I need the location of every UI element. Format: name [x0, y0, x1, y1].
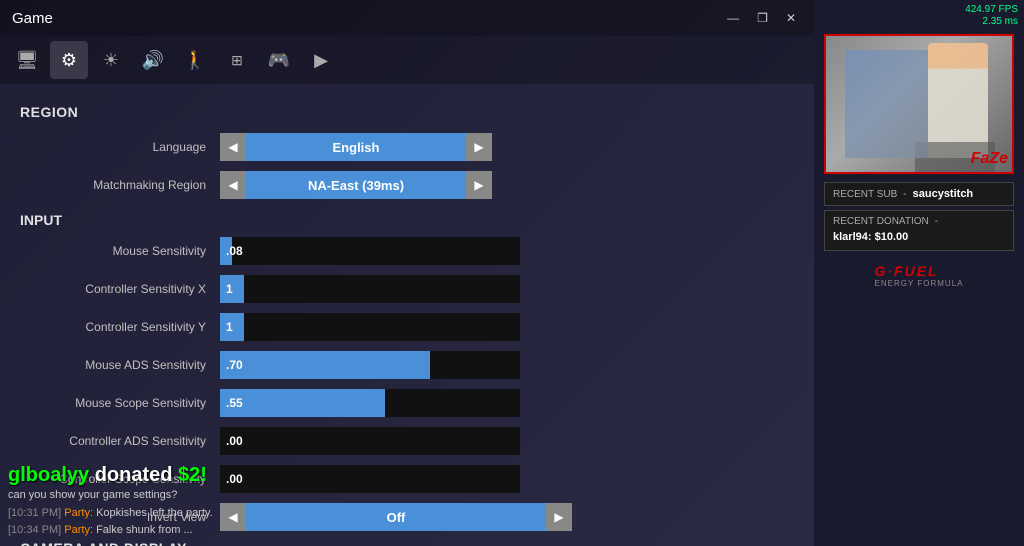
controller-scope-sensitivity-value: .00 [220, 472, 243, 486]
faze-logo: FaZe [971, 150, 1008, 168]
tab-sound[interactable]: 🔊 [134, 41, 172, 79]
mouse-scope-sensitivity-label: Mouse Scope Sensitivity [20, 396, 220, 410]
controller-ads-sensitivity-label: Controller ADS Sensitivity [20, 434, 220, 448]
minimize-button[interactable]: — [721, 9, 745, 27]
right-sidebar: 424.97 FPS 2.35 ms FaZe RECENT SUB - sau… [814, 0, 1024, 546]
controller-scope-sensitivity-row: Controller Scope Sensitivity .00 [0, 460, 814, 498]
region-header: Region [0, 100, 814, 128]
language-next-button[interactable]: ▶ [466, 133, 492, 161]
controller-sensitivity-y-row: Controller Sensitivity Y 1 [0, 308, 814, 346]
controller-sensitivity-x-label: Controller Sensitivity X [20, 282, 220, 296]
input-header: Input [0, 204, 814, 232]
mouse-ads-sensitivity-row: Mouse ADS Sensitivity .70 [0, 346, 814, 384]
controller-ads-sensitivity-bar[interactable]: .00 [220, 427, 520, 455]
mouse-ads-sensitivity-value: .70 [220, 358, 243, 372]
mouse-scope-sensitivity-bar[interactable]: .55 [220, 389, 520, 417]
invert-view-value: Off [387, 510, 406, 525]
language-label: Language [20, 140, 220, 154]
tab-monitor[interactable]: 🖥 [8, 41, 46, 79]
game-panel: Game — ❐ ✕ 🖥 ⚙ ☀ 🔊 🚶 ⊞ 🎮 ▶ Region Langua… [0, 0, 814, 546]
invert-view-display: Off [246, 503, 546, 531]
window-title: Game [12, 10, 53, 27]
ms-value: 2.35 ms [965, 16, 1018, 28]
controller-sensitivity-x-bar[interactable]: 1 [220, 275, 520, 303]
mouse-scope-sensitivity-value: .55 [220, 396, 243, 410]
fps-display: 424.97 FPS 2.35 ms [965, 4, 1018, 28]
language-row: Language ◀ English ▶ [0, 128, 814, 166]
mouse-sensitivity-row: Mouse Sensitivity .08 [0, 232, 814, 270]
tab-accessibility[interactable]: 🚶 [176, 41, 214, 79]
settings-content: Region Language ◀ English ▶ Matchmaking … [0, 84, 814, 546]
controller-scope-sensitivity-bar[interactable]: .00 [220, 465, 520, 493]
matchmaking-label: Matchmaking Region [20, 178, 220, 192]
gfuel-sponsor: G·FUEL ENERGY FORMULA [824, 259, 1014, 292]
recent-sub-banner: RECENT SUB - saucystitch [824, 182, 1014, 206]
recent-donation-label: RECENT DONATION [833, 216, 929, 227]
language-prev-button[interactable]: ◀ [220, 133, 246, 161]
controller-sensitivity-y-bar[interactable]: 1 [220, 313, 520, 341]
tab-bar: 🖥 ⚙ ☀ 🔊 🚶 ⊞ 🎮 ▶ [0, 36, 814, 84]
invert-view-prev-button[interactable]: ◀ [220, 503, 246, 531]
title-bar: Game — ❐ ✕ [0, 0, 814, 36]
recent-donation-dash: - [935, 216, 938, 227]
language-display: English [246, 133, 466, 161]
matchmaking-display: NA-East (39ms) [246, 171, 466, 199]
controller-sensitivity-y-value: 1 [220, 320, 233, 334]
camera-display-header: Camera and Display [0, 536, 814, 546]
close-button[interactable]: ✕ [780, 9, 802, 27]
controller-sensitivity-x-row: Controller Sensitivity X 1 [0, 270, 814, 308]
tab-gear[interactable]: ⚙ [50, 41, 88, 79]
mouse-sensitivity-bar[interactable]: .08 [220, 237, 520, 265]
controller-sensitivity-y-label: Controller Sensitivity Y [20, 320, 220, 334]
mouse-sensitivity-value: .08 [220, 244, 243, 258]
stream-preview: FaZe [824, 34, 1014, 174]
mouse-ads-sensitivity-bar[interactable]: .70 [220, 351, 520, 379]
recent-sub-value: saucystitch [913, 188, 974, 200]
mouse-scope-sensitivity-row: Mouse Scope Sensitivity .55 [0, 384, 814, 422]
mouse-ads-sensitivity-label: Mouse ADS Sensitivity [20, 358, 220, 372]
restore-button[interactable]: ❐ [751, 9, 774, 27]
screen-bg [845, 50, 929, 159]
invert-view-next-button[interactable]: ▶ [546, 503, 572, 531]
matchmaking-prev-button[interactable]: ◀ [220, 171, 246, 199]
matchmaking-row: Matchmaking Region ◀ NA-East (39ms) ▶ [0, 166, 814, 204]
recent-donation-row: RECENT DONATION - [833, 216, 1005, 227]
matchmaking-value: NA-East (39ms) [308, 178, 404, 193]
controller-scope-sensitivity-label: Controller Scope Sensitivity [20, 472, 220, 486]
invert-view-label: Invert View [20, 510, 220, 524]
tab-video[interactable]: ▶ [302, 41, 340, 79]
controller-sensitivity-x-value: 1 [220, 282, 233, 296]
recent-sub-row: RECENT SUB - saucystitch [833, 188, 1005, 200]
person-figure [928, 43, 988, 158]
invert-view-row: Invert View ◀ Off ▶ [0, 498, 814, 536]
window-controls: — ❐ ✕ [721, 9, 802, 27]
mouse-sensitivity-label: Mouse Sensitivity [20, 244, 220, 258]
recent-donation-banner: RECENT DONATION - klarl94: $10.00 [824, 210, 1014, 251]
fps-value: 424.97 FPS [965, 4, 1018, 16]
tab-brightness[interactable]: ☀ [92, 41, 130, 79]
matchmaking-next-button[interactable]: ▶ [466, 171, 492, 199]
tab-controller[interactable]: 🎮 [260, 41, 298, 79]
tab-grid[interactable]: ⊞ [218, 41, 256, 79]
language-value: English [333, 140, 380, 155]
gfuel-logo-text: G·FUEL [875, 263, 964, 279]
recent-sub-label: RECENT SUB [833, 189, 897, 200]
recent-donation-value: klarl94: $10.00 [833, 231, 908, 243]
recent-sub-dash: - [903, 189, 906, 200]
gfuel-subtitle: ENERGY FORMULA [875, 279, 964, 288]
controller-ads-sensitivity-row: Controller ADS Sensitivity .00 [0, 422, 814, 460]
controller-ads-sensitivity-value: .00 [220, 434, 243, 448]
